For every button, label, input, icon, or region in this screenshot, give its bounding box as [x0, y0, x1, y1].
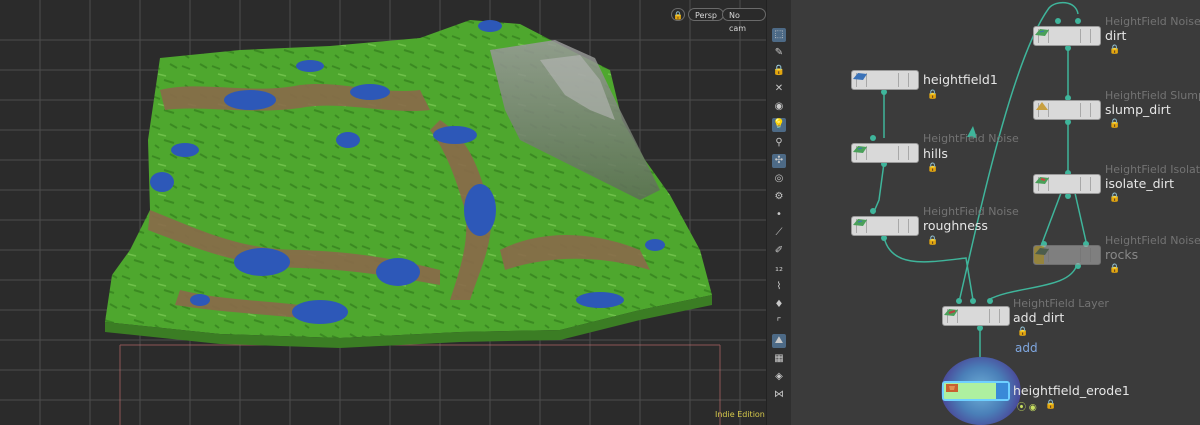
lock-tool-icon[interactable]: 🔒	[772, 64, 786, 78]
frame-tool-icon[interactable]: ⌜	[772, 316, 786, 330]
point-tool-icon[interactable]: •	[772, 208, 786, 222]
node-hills[interactable]	[851, 143, 919, 163]
network-editor[interactable]: heightfield1 🔒 HeightField Noise hills 🔒…	[791, 0, 1200, 425]
lock-icon[interactable]: 🔒	[927, 90, 938, 100]
paint-tool-icon[interactable]: ♦	[772, 298, 786, 312]
node-roughness-type: HeightField Noise	[923, 205, 1019, 218]
lock-icon[interactable]: 🔒	[1109, 193, 1120, 203]
display-flag-icon[interactable]: ⦿ ◉	[1017, 400, 1037, 413]
grid-tool-icon[interactable]: ▦	[772, 352, 786, 366]
perspective-menu[interactable]: Persp	[688, 8, 724, 21]
node-isolate-dirt[interactable]	[1033, 174, 1101, 194]
node-add-dirt-sublabel: add	[1015, 341, 1038, 355]
diamond-tool-icon[interactable]: ◈	[772, 370, 786, 384]
node-rocks-type: HeightField Noise	[1105, 234, 1200, 247]
scene-viewport[interactable]: 🔒 Persp No cam Indie Edition	[0, 0, 766, 425]
number-tool-icon[interactable]: ₁₂	[772, 262, 786, 276]
lock-icon[interactable]: 🔒	[671, 8, 685, 21]
pen-tool-icon[interactable]: ✐	[772, 244, 786, 258]
node-add-dirt-type: HeightField Layer	[1013, 297, 1109, 310]
node-slump-dirt-type: HeightField Slump	[1105, 89, 1200, 102]
node-slump-dirt[interactable]	[1033, 100, 1101, 120]
brush-tool-icon[interactable]: ⌇	[772, 280, 786, 294]
node-add-dirt[interactable]	[942, 306, 1010, 326]
select-tool-icon[interactable]: ⬚	[772, 28, 786, 42]
lock-icon[interactable]: 🔒	[1109, 45, 1120, 55]
lock-icon[interactable]: 🔒	[927, 163, 938, 173]
node-roughness[interactable]	[851, 216, 919, 236]
node-heightfield1[interactable]	[851, 70, 919, 90]
ruler-tool-icon[interactable]: ⟋	[772, 226, 786, 240]
node-hills-name: hills	[923, 146, 948, 161]
node-dirt[interactable]	[1033, 26, 1101, 46]
node-rocks[interactable]	[1033, 245, 1101, 265]
node-rocks-name: rocks	[1105, 247, 1139, 262]
path-tool-icon[interactable]: ⋈	[772, 388, 786, 402]
handle-tool-icon[interactable]: ✎	[772, 46, 786, 60]
light-tool-icon[interactable]: 💡	[772, 118, 786, 132]
node-slump-dirt-name: slump_dirt	[1105, 102, 1171, 117]
lock-icon[interactable]: 🔒	[1017, 327, 1028, 337]
node-hills-type: HeightField Noise	[923, 132, 1019, 145]
terrain-tool-icon[interactable]: ⛰	[772, 334, 786, 348]
terrain-render	[0, 0, 766, 425]
node-add-dirt-name: add_dirt	[1013, 310, 1065, 325]
lock-icon[interactable]: 🔒	[1045, 400, 1056, 410]
node-isolate-dirt-name: isolate_dirt	[1105, 176, 1175, 191]
globe-tool-icon[interactable]: ✣	[772, 154, 786, 168]
lock-icon[interactable]: 🔒	[1109, 264, 1120, 274]
node-heightfield-erode1-name: heightfield_erode1	[1013, 383, 1130, 398]
sphere-tool-icon[interactable]: ◉	[772, 100, 786, 114]
node-heightfield-erode1[interactable]	[942, 381, 1010, 401]
node-roughness-name: roughness	[923, 218, 988, 233]
edition-watermark: Indie Edition	[715, 410, 765, 419]
node-dirt-type: HeightField Noise	[1105, 15, 1200, 28]
camera-menu[interactable]: No cam	[722, 8, 766, 33]
lock-icon[interactable]: 🔒	[927, 236, 938, 246]
close-tool-icon[interactable]: ✕	[772, 82, 786, 96]
viewport-toolbar: ⬚ ✎ 🔒 ✕ ◉ 💡 ⚲ ✣ ◎ ⚙ • ⟋ ✐ ₁₂ ⌇ ♦ ⌜ ⛰ ▦ ◈ ⋈	[766, 0, 792, 425]
node-dirt-name: dirt	[1105, 28, 1127, 43]
eye-tool-icon[interactable]: ◎	[772, 172, 786, 186]
node-heightfield1-name: heightfield1	[923, 72, 998, 87]
node-isolate-dirt-type: HeightField Isolate	[1105, 163, 1200, 176]
pin-tool-icon[interactable]: ⚲	[772, 136, 786, 150]
lock-icon[interactable]: 🔒	[1109, 119, 1120, 129]
gear-tool-icon[interactable]: ⚙	[772, 190, 786, 204]
